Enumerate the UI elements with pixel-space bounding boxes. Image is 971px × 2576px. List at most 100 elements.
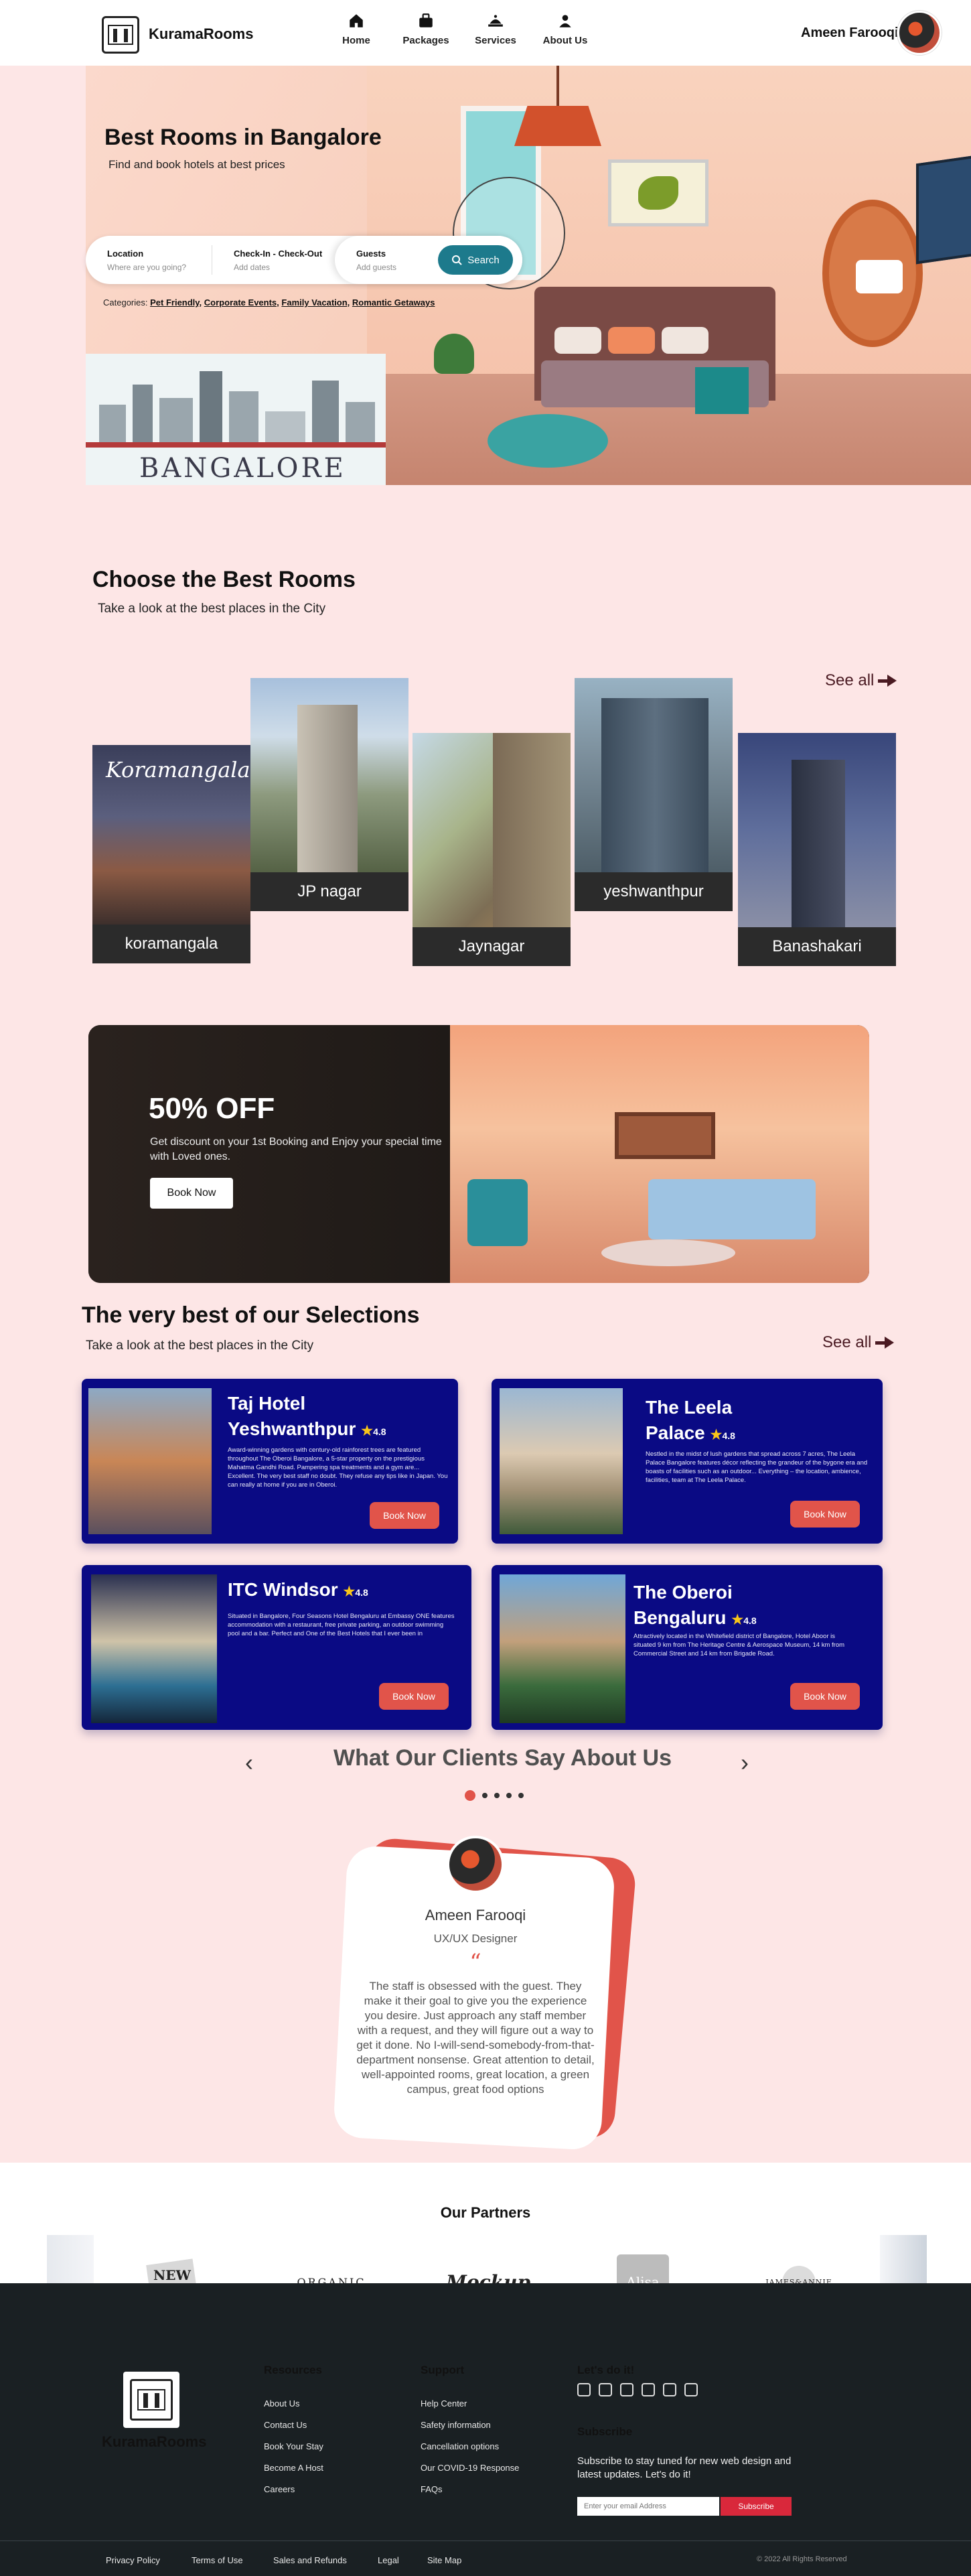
hotel-card-taj[interactable]: Taj Hotel Yeshwanthpur ★4.8 Award-winnin… <box>82 1379 458 1544</box>
hotel-description: Attractively located in the Whitefield d… <box>633 1633 845 1657</box>
footer-link-become-a-host[interactable]: Become A Host <box>264 2463 323 2473</box>
room-card-yeshwanthpur[interactable]: yeshwanthpur <box>575 678 733 911</box>
carousel-dot[interactable] <box>494 1793 500 1798</box>
avatar[interactable] <box>897 11 942 55</box>
hotel-name: ITC Windsor ★4.8 <box>228 1577 368 1605</box>
github-icon[interactable] <box>620 2383 633 2396</box>
location-field[interactable]: Location Where are you going? <box>86 245 212 275</box>
category-pet-friendly[interactable]: Pet Friendly, <box>150 297 202 308</box>
hotel-card-leela[interactable]: The Leela Palace ★4.8 Nestled in the mid… <box>492 1379 883 1544</box>
instagram-icon[interactable] <box>663 2383 676 2396</box>
dates-input[interactable]: Add dates <box>234 263 335 272</box>
facebook-icon[interactable] <box>577 2383 591 2396</box>
telegram-icon[interactable] <box>642 2383 655 2396</box>
hotel-book-now-button[interactable]: Book Now <box>379 1683 449 1710</box>
footer-link-sitemap[interactable]: Site Map <box>427 2555 461 2565</box>
nav-services[interactable]: Services <box>461 9 530 46</box>
search-button[interactable]: Search <box>438 245 513 275</box>
nav-services-label: Services <box>475 35 516 46</box>
nav-about-label: About Us <box>542 35 588 46</box>
building <box>792 760 845 927</box>
guests-input[interactable]: Add guests <box>356 263 396 272</box>
quote-icon: “ <box>469 1949 481 1976</box>
header: KuramaRooms Home Packages Services About… <box>0 0 971 66</box>
room-card-banashakari[interactable]: Banashakari <box>738 733 896 966</box>
selections-subtitle: Take a look at the best places in the Ci… <box>86 1339 314 1353</box>
carousel-dot[interactable] <box>506 1793 512 1798</box>
hotel-card-oberoi[interactable]: The Oberoi Bengaluru ★4.8 Attractively l… <box>492 1565 883 1730</box>
skyline-ribbon <box>86 442 386 448</box>
swing-chair <box>822 200 923 347</box>
mail-icon[interactable] <box>599 2383 612 2396</box>
categories: Categories: Pet Friendly, Corporate Even… <box>103 297 435 308</box>
offer-book-now-button[interactable]: Book Now <box>150 1178 233 1209</box>
tv-screen <box>916 155 971 265</box>
room-card-jp-nagar[interactable]: JP nagar <box>250 678 408 911</box>
category-romantic-getaways[interactable]: Romantic Getaways <box>352 297 435 308</box>
guests-label: Guests <box>356 248 386 259</box>
see-all-label: See all <box>825 671 875 689</box>
footer-link-contact-us[interactable]: Contact Us <box>264 2420 307 2430</box>
resources-heading: Resources <box>264 2364 322 2376</box>
carousel-dot[interactable] <box>518 1793 524 1798</box>
building <box>601 698 708 872</box>
nav-packages[interactable]: Packages <box>391 9 461 46</box>
hotel-image <box>88 1388 212 1534</box>
dates-field[interactable]: Check-In - Check-Out Add dates <box>212 245 335 275</box>
carousel-dot[interactable] <box>465 1790 475 1801</box>
footer-link-help-center[interactable]: Help Center <box>421 2398 467 2409</box>
subscribe-heading: Subscribe <box>577 2425 633 2438</box>
star-icon: ★ <box>361 1424 374 1438</box>
footer-link-faqs[interactable]: FAQs <box>421 2484 443 2494</box>
hotel-card-itc[interactable]: ITC Windsor ★4.8 Situated in Bangalore, … <box>82 1565 471 1730</box>
room-label: JP nagar <box>250 872 408 911</box>
footer-link-covid[interactable]: Our COVID-19 Response <box>421 2463 519 2473</box>
footer-link-sales-refunds[interactable]: Sales and Refunds <box>273 2555 347 2565</box>
footer-link-careers[interactable]: Careers <box>264 2484 295 2494</box>
pillow <box>554 327 601 354</box>
selections-see-all-link[interactable]: See all <box>822 1333 895 1352</box>
star-icon: ★ <box>343 1584 356 1599</box>
footer-link-privacy[interactable]: Privacy Policy <box>106 2555 160 2565</box>
category-family-vacation[interactable]: Family Vacation, <box>281 297 350 308</box>
building <box>200 371 222 445</box>
building <box>346 402 375 445</box>
footer-link-terms[interactable]: Terms of Use <box>192 2555 243 2565</box>
category-corporate-events[interactable]: Corporate Events, <box>204 297 279 308</box>
subscribe-button[interactable]: Subscribe <box>721 2497 792 2516</box>
footer-link-cancellation[interactable]: Cancellation options <box>421 2441 499 2451</box>
footer-link-safety[interactable]: Safety information <box>421 2420 491 2430</box>
hotel-book-now-button[interactable]: Book Now <box>790 1501 860 1528</box>
hotel-name-line2: Bengaluru <box>633 1607 727 1628</box>
testimonial-name: Ameen Farooqi <box>425 1907 526 1923</box>
footer-link-about-us[interactable]: About Us <box>264 2398 299 2409</box>
figma-icon[interactable] <box>684 2383 698 2396</box>
room-card-koramangala[interactable]: Koramangala koramangala <box>92 745 250 963</box>
footer-link-book-your-stay[interactable]: Book Your Stay <box>264 2441 323 2451</box>
hotel-image <box>500 1574 625 1723</box>
chevron-right-icon[interactable]: › <box>741 1749 749 1777</box>
email-field[interactable] <box>577 2497 719 2516</box>
brand-logo-icon[interactable] <box>102 16 139 54</box>
offer-banner: 50% OFF Get discount on your 1st Booking… <box>88 1025 869 1283</box>
arrow-right-icon <box>878 675 897 687</box>
footer-link-legal[interactable]: Legal <box>378 2555 399 2565</box>
offer-text: Get discount on your 1st Booking and Enj… <box>150 1136 442 1162</box>
nav-about[interactable]: About Us <box>530 9 600 46</box>
location-input[interactable]: Where are you going? <box>107 263 212 272</box>
carousel-dot[interactable] <box>482 1793 488 1798</box>
hotel-description: Award-winning gardens with century-old r… <box>228 1446 448 1489</box>
guests-field[interactable]: Guests Add guests Search <box>335 236 522 284</box>
nav-home[interactable]: Home <box>321 9 391 46</box>
chevron-left-icon[interactable]: ‹ <box>245 1749 253 1777</box>
room-card-jaynagar[interactable]: Jaynagar <box>413 733 571 966</box>
rooms-see-all-link[interactable]: See all <box>825 671 897 690</box>
brand-name[interactable]: KuramaRooms <box>149 25 253 43</box>
hotel-book-now-button[interactable]: Book Now <box>790 1683 860 1710</box>
hero-title: Best Rooms in Bangalore <box>104 125 382 150</box>
footer-logo-icon[interactable] <box>123 2372 179 2428</box>
user-name[interactable]: Ameen Farooqi <box>801 25 899 41</box>
hotel-book-now-button[interactable]: Book Now <box>370 1502 439 1529</box>
building <box>265 411 305 445</box>
search-icon <box>452 255 462 265</box>
